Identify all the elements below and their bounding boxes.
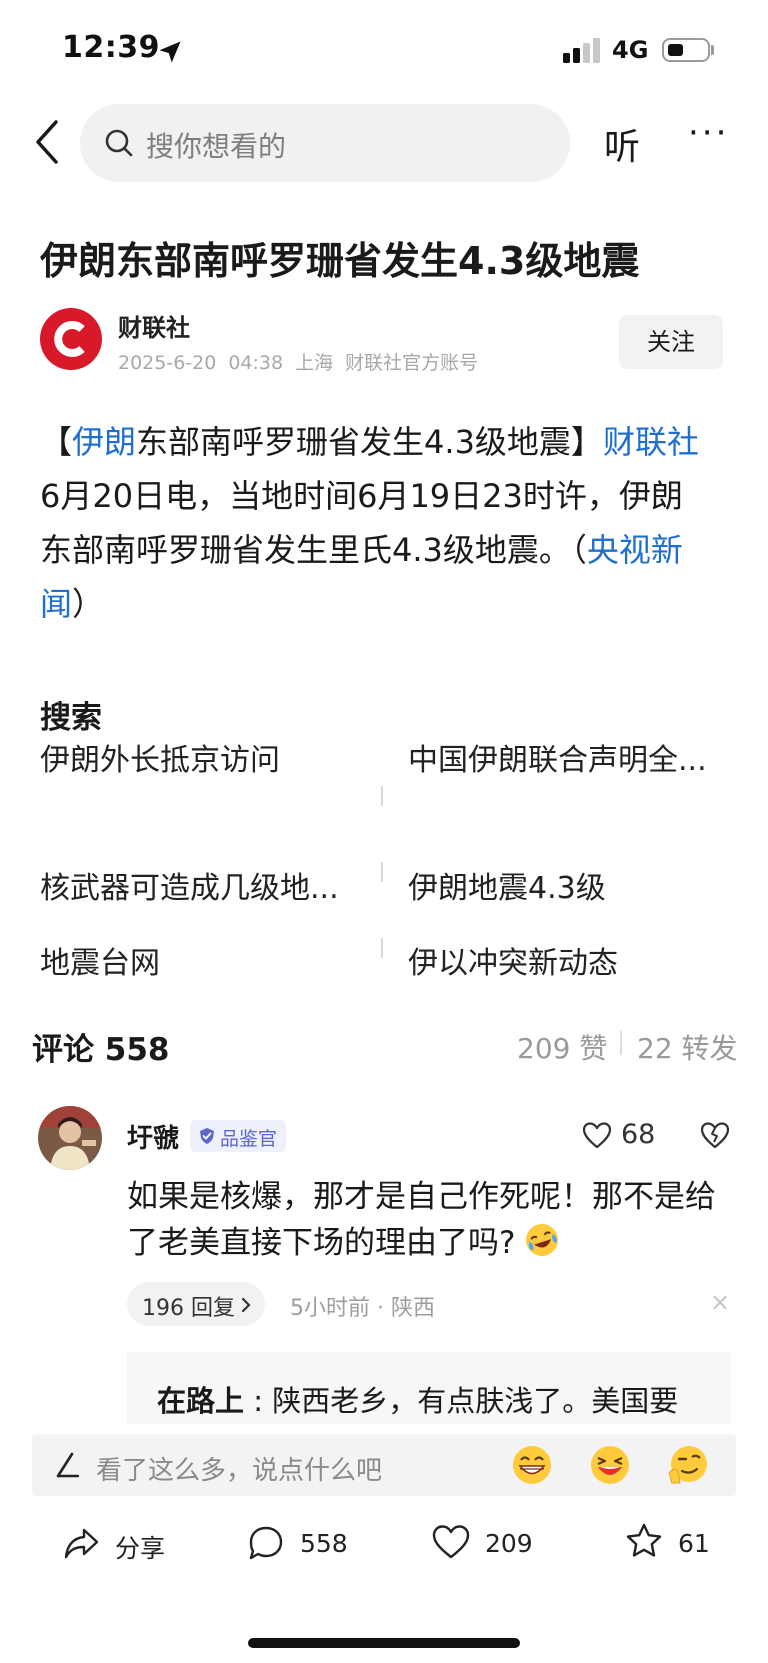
comment-meta: 5小时前 · 陕西 xyxy=(290,1296,435,1321)
close-icon[interactable]: × xyxy=(710,1288,730,1316)
reply-preview-line: 在路上 : 陕西老乡，有点肤浅了。美国要 xyxy=(157,1378,678,1420)
reply-username: 在路上 xyxy=(157,1384,245,1418)
home-indicator[interactable] xyxy=(248,1638,520,1648)
comment-count[interactable]: 558 xyxy=(300,1529,348,1558)
heart-icon[interactable] xyxy=(582,1121,612,1149)
back-button[interactable] xyxy=(30,118,66,166)
comment-body: 如果是核爆，那才是自己作死呢！那不是给了老美直接下场的理由了吗? xyxy=(127,1179,716,1261)
search-icon xyxy=(105,129,133,157)
suggestion-divider xyxy=(381,938,383,958)
like-count[interactable]: 209 xyxy=(485,1529,533,1558)
chevron-right-icon xyxy=(241,1297,251,1313)
pen-icon xyxy=(56,1452,80,1478)
more-button[interactable]: ··· xyxy=(688,116,729,150)
laugh-cry-emoji-icon xyxy=(526,1224,559,1256)
reply-text: 陕西老乡，有点肤浅了。美国要 xyxy=(272,1384,679,1418)
search-section-heading: 搜索 xyxy=(40,700,102,736)
link-iran[interactable]: 伊朗 xyxy=(72,423,136,461)
body-bracket: 【 xyxy=(40,423,73,461)
location-arrow-icon xyxy=(159,41,181,63)
search-input[interactable]: 搜你想看的 xyxy=(80,104,570,182)
comment-text: 如果是核爆，那才是自己作死呢！那不是给了老美直接下场的理由了吗? xyxy=(127,1174,737,1266)
view-replies-button[interactable]: 196 回复 xyxy=(127,1282,265,1326)
article-likes-count[interactable]: 209 赞 xyxy=(517,1027,607,1067)
reply-separator: : xyxy=(244,1384,273,1418)
account-type: 财联社官方账号 xyxy=(345,352,479,374)
suggestion-divider xyxy=(381,862,383,882)
search-suggestion[interactable]: 中国伊朗联合声明全... xyxy=(408,735,707,779)
favorite-count[interactable]: 61 xyxy=(678,1529,710,1558)
link-cls[interactable]: 财联社 xyxy=(603,423,699,461)
comment-username[interactable]: 圩虢 xyxy=(127,1118,179,1155)
search-placeholder: 搜你想看的 xyxy=(146,130,287,163)
like-icon[interactable] xyxy=(432,1524,470,1560)
publish-location: 上海 xyxy=(295,352,334,374)
verified-badge-icon xyxy=(200,1128,214,1144)
battery-icon xyxy=(662,38,710,62)
search-suggestion[interactable]: 核武器可造成几级地... xyxy=(40,863,339,907)
reply-preview[interactable]: 在路上 : 陕西老乡，有点肤浅了。美国要 xyxy=(127,1352,731,1424)
badge-label: 品鉴官 xyxy=(220,1128,278,1150)
comment-icon[interactable] xyxy=(247,1524,285,1562)
stat-divider xyxy=(620,1031,622,1055)
publish-time: 04:38 xyxy=(228,352,284,374)
user-badge: 品鉴官 xyxy=(190,1120,286,1152)
search-suggestion[interactable]: 伊朗地震4.3级 xyxy=(408,863,606,907)
reply-count-label: 196 回复 xyxy=(142,1296,235,1321)
share-icon[interactable] xyxy=(62,1523,102,1563)
listen-button[interactable]: 听 xyxy=(604,118,640,170)
article-title: 伊朗东部南呼罗珊省发生4.3级地震 xyxy=(40,239,640,283)
follow-button[interactable]: 关注 xyxy=(619,315,723,369)
article-reposts-count[interactable]: 22 转发 xyxy=(637,1027,738,1067)
suggestion-divider xyxy=(381,786,383,806)
article-body: 【伊朗东部南呼罗珊省发生4.3级地震】财联社6月20日电，当地时间6月19日23… xyxy=(40,415,710,631)
search-suggestion[interactable]: 伊朗外长抵京访问 xyxy=(40,735,280,779)
publish-meta: 2025-6-20 04:38 上海 财联社官方账号 xyxy=(118,348,490,375)
search-suggestion[interactable]: 伊以冲突新动态 xyxy=(408,938,618,982)
publisher-name[interactable]: 财联社 xyxy=(118,308,190,343)
share-label[interactable]: 分享 xyxy=(115,1529,165,1565)
star-icon[interactable] xyxy=(625,1522,663,1560)
body-text-3: ） xyxy=(72,585,105,623)
broken-heart-icon[interactable] xyxy=(700,1121,730,1149)
publish-date: 2025-6-20 xyxy=(118,352,217,374)
publisher-logo[interactable] xyxy=(40,308,102,370)
laughing-emoji-icon[interactable] xyxy=(588,1443,632,1487)
body-text-1: 东部南呼罗珊省发生4.3级地震】 xyxy=(136,423,603,461)
battery-nub xyxy=(711,45,714,55)
avatar[interactable] xyxy=(38,1106,102,1170)
comment-like-count: 68 xyxy=(621,1119,656,1150)
grin-emoji-icon[interactable] xyxy=(510,1443,554,1487)
cellular-signal-icon xyxy=(563,38,600,63)
smirk-emoji-icon[interactable] xyxy=(666,1443,710,1487)
comments-title: 评论 558 xyxy=(32,1032,170,1068)
status-time: 12:39 xyxy=(62,30,160,65)
search-suggestion[interactable]: 地震台网 xyxy=(40,938,160,982)
network-type: 4G xyxy=(612,36,649,64)
comment-input-placeholder: 看了这么多，说点什么吧 xyxy=(96,1456,383,1486)
